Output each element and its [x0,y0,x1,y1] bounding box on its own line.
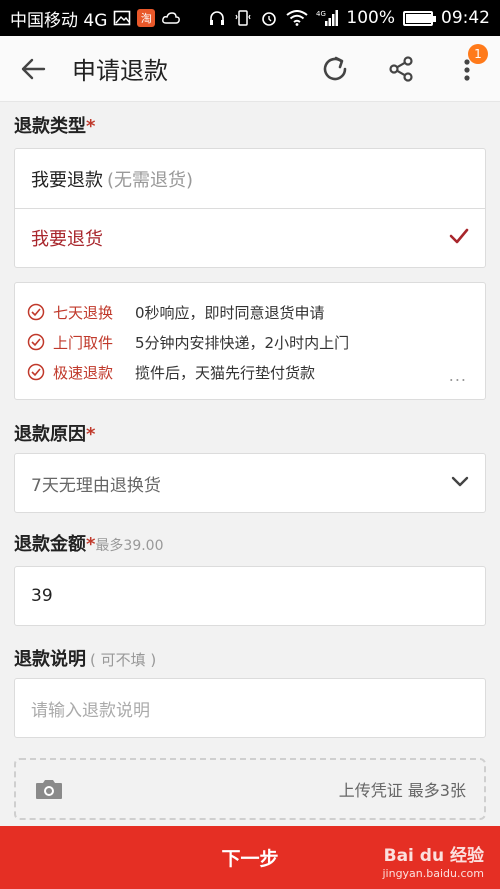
app-header: 申请退款 1 [0,36,500,102]
required-mark: * [86,534,96,555]
refund-amount-label: 退款金额*最多39.00 [14,530,164,556]
camera-icon [36,780,62,799]
next-step-label: 下一步 [221,848,279,870]
check-circle-icon [27,363,45,381]
upload-evidence-button[interactable]: 上传凭证 最多3张 [14,758,486,820]
svg-text:4G: 4G [316,10,326,18]
service-benefits-card: 七天退换 0秒响应，即时同意退货申请 上门取件 5分钟内安排快递，2小时内上门 … [14,282,486,400]
refund-amount-value: 39 [31,586,53,606]
check-circle-icon [27,303,45,321]
refund-reason-select[interactable]: 7天无理由退换货 [14,453,486,513]
benefit-item: 七天退换 0秒响应，即时同意退货申请 [27,297,473,327]
required-mark: * [86,424,96,445]
required-mark: * [86,116,96,137]
benefit-name: 上门取件 [53,333,114,352]
benefit-item: 极速退款 揽件后，天猫先行垫付货款 [27,357,473,387]
image-icon [113,9,131,27]
vibrate-icon [234,9,252,27]
watermark-url: jingyan.baidu.com [382,867,484,880]
refund-note-label-text: 退款说明 [14,649,86,670]
alarm-icon [260,9,278,27]
benefits-more-button[interactable]: ... [449,366,467,385]
page-title: 申请退款 [72,57,168,85]
benefit-desc: 5分钟内安排快递，2小时内上门 [135,333,350,352]
share-button[interactable] [368,36,434,102]
check-circle-icon [27,333,45,351]
refund-reason-value: 7天无理由退换货 [31,475,161,496]
option-label: 我要退款 [31,169,103,191]
benefit-name: 七天退换 [53,303,114,322]
refund-note-input[interactable]: 请输入退款说明 [14,678,486,738]
refresh-icon [323,56,347,80]
signal-icon: 4G [316,9,339,27]
refund-amount-input[interactable]: 39 [14,566,486,626]
refresh-button[interactable] [302,36,368,102]
watermark-text: Bai du 经验 [383,846,484,866]
refund-type-label-text: 退款类型 [14,116,86,137]
battery-percent: 100% [346,8,395,28]
chevron-down-icon [451,473,469,493]
notification-badge: 1 [468,43,488,64]
headphones-icon [208,9,226,27]
option-sublabel: (无需退货) [107,169,194,191]
refund-note-label: 退款说明( 可不填 ) [14,645,156,671]
taobao-app-icon: 淘 [137,9,156,27]
refund-amount-label-text: 退款金额 [14,534,86,555]
refund-reason-label-text: 退款原因 [14,424,86,445]
more-menu-button[interactable]: 1 [434,36,500,102]
refund-type-label: 退款类型* [14,112,95,138]
share-icon [389,55,413,82]
clock-time: 09:42 [441,8,490,28]
checkmark-icon [449,228,469,249]
upload-label: 上传凭证 最多3张 [338,781,466,800]
arrow-left-icon [21,58,46,79]
option-return-goods[interactable]: 我要退货 [15,208,485,267]
status-bar: 中国移动 4G 淘 4G 100% 09:42 [0,0,500,36]
benefit-desc: 揽件后，天猫先行垫付货款 [135,363,316,382]
option-label: 我要退货 [31,229,103,250]
cloud-icon [161,10,181,26]
refund-reason-label: 退款原因* [14,420,95,446]
carrier-label: 中国移动 4G [10,10,108,31]
max-amount-hint: 最多39.00 [95,538,164,554]
benefit-name: 极速退款 [53,363,114,382]
wifi-icon [286,10,309,26]
baidu-jingyan-watermark: Bai du 经验 jingyan.baidu.com [382,846,484,880]
next-step-button[interactable]: 下一步 Bai du 经验 jingyan.baidu.com [0,826,500,889]
optional-hint: ( 可不填 ) [90,651,157,669]
refund-type-options: 我要退款 (无需退货) 我要退货 [14,148,486,268]
benefit-desc: 0秒响应，即时同意退货申请 [135,303,325,322]
option-refund-only[interactable]: 我要退款 (无需退货) [15,149,485,208]
back-button[interactable] [0,36,66,102]
benefit-item: 上门取件 5分钟内安排快递，2小时内上门 [27,327,473,357]
battery-icon [403,10,436,26]
refund-note-placeholder: 请输入退款说明 [31,700,150,721]
